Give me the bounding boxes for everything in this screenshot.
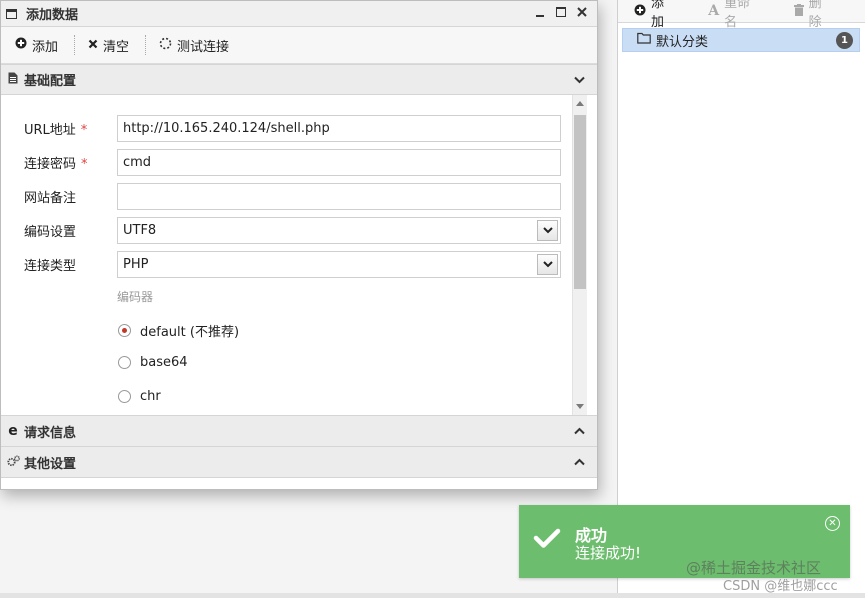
chevron-up-icon: [574, 455, 585, 470]
ie-icon: e: [8, 423, 18, 439]
clear-button-label: 清空: [103, 39, 130, 55]
encoder-option-label: chr: [140, 389, 161, 404]
url-label: URL地址 *: [24, 119, 117, 138]
category-add-label: 添加: [651, 0, 665, 30]
maximize-icon: [556, 7, 566, 17]
section-basic-config[interactable]: 基础配置: [1, 64, 597, 95]
category-delete-button[interactable]: 删除: [793, 0, 832, 30]
gears-icon: [7, 455, 20, 470]
toast-message: 连接成功!: [575, 544, 642, 562]
form-scrollbar[interactable]: [572, 95, 587, 415]
category-item-default[interactable]: 默认分类 1: [622, 28, 860, 52]
section-other-settings[interactable]: 其他设置: [1, 447, 597, 478]
font-icon: A: [708, 3, 720, 19]
url-input[interactable]: http://10.165.240.124/shell.php: [117, 115, 561, 142]
encoder-option-label: default (不推荐): [140, 325, 240, 340]
password-label-text: 连接密码: [24, 157, 77, 172]
plus-circle-icon: [634, 4, 646, 19]
encoder-title: 编码器: [117, 290, 154, 304]
dialog-toolbar: 添加 清空 测试连接: [1, 27, 597, 64]
window-icon: [6, 8, 17, 19]
plus-circle-icon: [15, 37, 27, 53]
toast-close-icon[interactable]: ✕: [825, 516, 840, 531]
required-mark: *: [81, 157, 88, 172]
check-icon: [533, 527, 561, 553]
scroll-down-icon[interactable]: [576, 404, 584, 409]
encoding-select-value: UTF8: [123, 223, 157, 238]
encoder-option-label: base64: [140, 355, 188, 370]
category-delete-label: 删除: [808, 0, 822, 30]
encoder-option-base64[interactable]: base64: [118, 355, 188, 370]
test-connection-button[interactable]: 测试连接: [157, 36, 239, 55]
category-count-badge: 1: [836, 32, 853, 49]
type-row: 连接类型 PHP: [24, 251, 561, 278]
add-button-label: 添加: [32, 39, 59, 55]
encoder-option-chr[interactable]: chr: [118, 389, 161, 404]
window-controls: [533, 5, 589, 19]
url-label-text: URL地址: [24, 123, 76, 138]
chevron-down-icon: [542, 227, 553, 234]
note-row: 网站备注: [24, 183, 561, 210]
toolbar-separator: [145, 35, 147, 55]
encoding-label: 编码设置: [24, 225, 77, 240]
close-button[interactable]: [575, 5, 589, 19]
chevron-down-icon: [542, 261, 553, 268]
url-row: URL地址 * http://10.165.240.124/shell.php: [24, 115, 561, 142]
type-dropdown-button[interactable]: [537, 254, 558, 275]
section-request-info[interactable]: e 请求信息: [1, 416, 597, 447]
watermark-csdn: CSDN @维也娜ccc: [723, 579, 838, 594]
password-row: 连接密码 * cmd: [24, 149, 561, 176]
encoder-option-default[interactable]: default (不推荐): [118, 321, 239, 340]
scrollbar-thumb[interactable]: [574, 115, 586, 289]
close-icon: [577, 7, 587, 17]
category-toolbar: 添加 A 重命名 删除: [618, 0, 865, 30]
category-add-button[interactable]: 添加: [634, 0, 674, 30]
maximize-button[interactable]: [554, 5, 568, 19]
folder-icon: [623, 32, 651, 48]
note-label: 网站备注: [24, 191, 77, 206]
chevron-down-icon: [574, 73, 585, 88]
required-mark: *: [80, 123, 88, 138]
add-data-dialog: 添加数据 添加 清空 测试连接 基础配置 URL地址 * http://10.1…: [0, 0, 598, 490]
clear-button[interactable]: 清空: [86, 36, 139, 55]
dialog-title: 添加数据: [26, 8, 79, 23]
radio-button[interactable]: [118, 356, 131, 369]
encoding-dropdown-button[interactable]: [537, 220, 558, 241]
basic-config-form: URL地址 * http://10.165.240.124/shell.php 连…: [1, 95, 597, 416]
spinner-icon: [159, 37, 172, 54]
radio-button[interactable]: [118, 390, 131, 403]
minimize-icon: [536, 14, 544, 17]
dialog-titlebar[interactable]: 添加数据: [1, 1, 597, 27]
category-rename-button[interactable]: A 重命名: [708, 0, 759, 30]
file-text-icon: [7, 72, 19, 87]
add-button[interactable]: 添加: [13, 36, 68, 55]
category-rename-label: 重命名: [724, 0, 751, 30]
encoding-row: 编码设置 UTF8: [24, 217, 561, 244]
x-icon: [88, 38, 98, 53]
type-label: 连接类型: [24, 259, 77, 274]
chevron-up-icon: [574, 424, 585, 439]
section-basic-config-label: 基础配置: [24, 74, 77, 89]
trash-icon: [793, 3, 804, 19]
note-input[interactable]: [117, 183, 561, 210]
category-item-label: 默认分类: [656, 34, 709, 50]
section-request-info-label: 请求信息: [24, 425, 77, 441]
type-select[interactable]: PHP: [117, 251, 561, 278]
radio-button[interactable]: [118, 324, 131, 337]
minimize-button[interactable]: [533, 5, 547, 19]
toolbar-separator: [74, 35, 76, 55]
password-label: 连接密码 *: [24, 153, 117, 172]
encoding-select[interactable]: UTF8: [117, 217, 561, 244]
bottom-border: [0, 593, 865, 598]
section-other-settings-label: 其他设置: [24, 456, 77, 472]
test-connection-label: 测试连接: [177, 39, 230, 55]
password-input[interactable]: cmd: [117, 149, 561, 176]
scroll-up-icon[interactable]: [576, 101, 584, 106]
type-select-value: PHP: [123, 257, 149, 272]
